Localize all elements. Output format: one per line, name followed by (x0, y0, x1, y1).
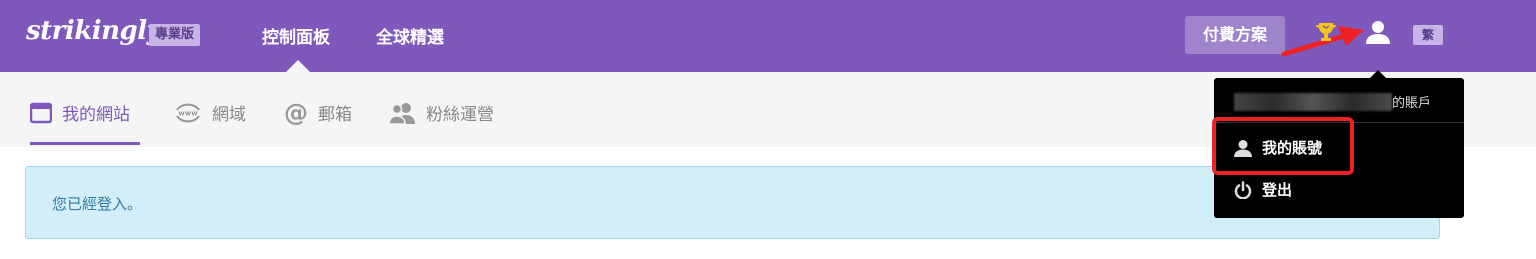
tab-mailbox[interactable]: @ 郵箱 (284, 100, 352, 126)
users-icon (388, 102, 415, 124)
user-account-icon[interactable] (1365, 19, 1391, 45)
active-tab-underline (30, 142, 140, 145)
edition-badge: 專業版 (149, 24, 201, 46)
svg-text:www: www (178, 109, 198, 117)
account-header-suffix: 的賬戶 (1392, 96, 1432, 111)
tab-fan-operations[interactable]: 粉絲運營 (388, 100, 494, 125)
at-sign-icon: @ (284, 101, 308, 125)
tab-label: 粉絲運營 (426, 105, 494, 125)
logout-menu-item[interactable]: 登出 (1234, 179, 1292, 200)
red-highlight-annotation (1212, 117, 1354, 175)
tab-label: 我的網站 (62, 105, 130, 125)
tab-my-sites[interactable]: 我的網站 (30, 100, 130, 125)
power-icon (1234, 180, 1252, 199)
language-button[interactable]: 繁 (1413, 25, 1443, 45)
pricing-plan-button[interactable]: 付費方案 (1185, 16, 1285, 54)
notice-text: 您已經登入。 (52, 195, 143, 213)
top-navigation-bar: strikingly 專業版 控制面板 全球精選 付費方案 繁 (0, 0, 1536, 72)
strikingly-logo[interactable]: strikingly (26, 16, 162, 46)
active-nav-caret (286, 60, 310, 72)
tab-label: 郵箱 (318, 105, 352, 125)
nav-discover[interactable]: 全球精選 (376, 23, 444, 48)
tab-label: 網域 (212, 105, 246, 125)
trophy-icon[interactable] (1314, 20, 1338, 44)
menu-item-label: 登出 (1262, 181, 1293, 199)
svg-text:@: @ (284, 101, 308, 125)
account-header: 的賬戶 (1234, 92, 1431, 111)
nav-dashboard[interactable]: 控制面板 (262, 23, 330, 48)
tab-domains[interactable]: www 網域 (174, 100, 246, 125)
www-icon: www (176, 103, 200, 122)
browser-window-icon (30, 102, 52, 123)
redacted-username (1234, 92, 1392, 111)
